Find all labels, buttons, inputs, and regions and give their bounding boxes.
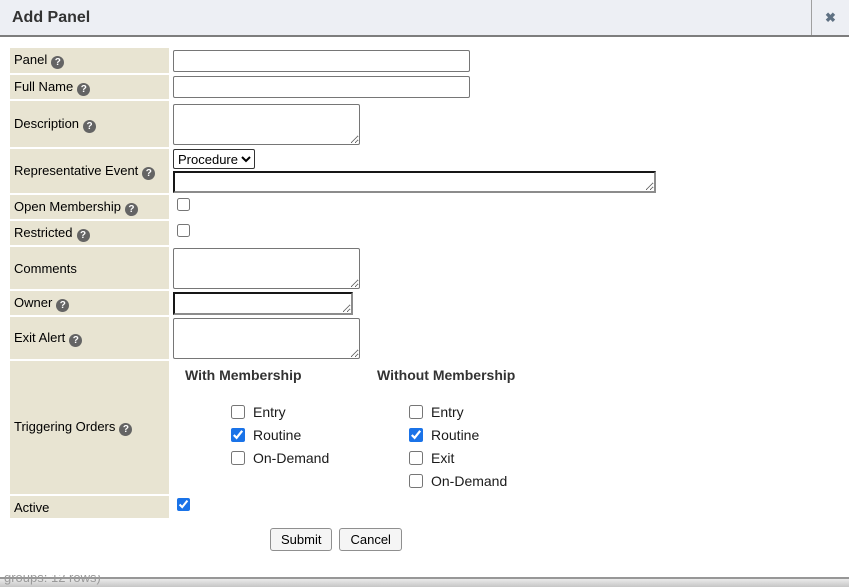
option-label: Routine (253, 427, 301, 443)
full-name-label-cell: Full Name? (10, 75, 169, 99)
with-membership-entry-option[interactable]: Entry (231, 400, 365, 423)
without-membership-entry-option[interactable]: Entry (409, 400, 577, 423)
representative-event-label: Representative Event (14, 163, 138, 178)
representative-event-input[interactable] (173, 171, 656, 193)
background-page-bar (0, 577, 849, 587)
row-open-membership: Open Membership? (10, 195, 656, 219)
with-membership-routine-checkbox[interactable] (231, 428, 245, 442)
panel-input[interactable] (173, 50, 470, 72)
help-icon[interactable]: ? (77, 83, 90, 96)
row-exit-alert: Exit Alert? (10, 317, 656, 359)
option-label: Entry (253, 404, 286, 420)
help-icon[interactable]: ? (51, 56, 64, 69)
triggering-orders-label-cell: Triggering Orders? (10, 361, 169, 494)
option-label: Entry (431, 404, 464, 420)
without-membership-routine-option[interactable]: Routine (409, 423, 577, 446)
active-label-cell: Active (10, 496, 169, 518)
cancel-button[interactable]: Cancel (339, 528, 401, 551)
row-comments: Comments (10, 247, 656, 289)
comments-label-cell: Comments (10, 247, 169, 289)
with-membership-column: With Membership Entry Routine (185, 367, 365, 492)
help-icon[interactable]: ? (125, 203, 138, 216)
open-membership-label: Open Membership (14, 199, 121, 214)
without-membership-exit-checkbox[interactable] (409, 451, 423, 465)
owner-label: Owner (14, 295, 52, 310)
row-representative-event: Representative Event? Procedure (10, 149, 656, 193)
active-checkbox[interactable] (177, 498, 190, 511)
exit-alert-label-cell: Exit Alert? (10, 317, 169, 359)
comments-label: Comments (14, 261, 77, 276)
without-membership-entry-checkbox[interactable] (409, 405, 423, 419)
add-panel-form: Panel? Full Name? Description? (10, 46, 656, 520)
dialog-body: Panel? Full Name? Description? (0, 37, 849, 551)
restricted-label: Restricted (14, 225, 73, 240)
row-active: Active (10, 496, 656, 518)
description-label-cell: Description? (10, 101, 169, 147)
option-label: Exit (431, 450, 454, 466)
owner-label-cell: Owner? (10, 291, 169, 315)
dialog-title: Add Panel (0, 0, 811, 35)
exit-alert-textarea[interactable] (173, 318, 360, 359)
description-label: Description (14, 116, 79, 131)
restricted-label-cell: Restricted? (10, 221, 169, 245)
without-membership-on-demand-checkbox[interactable] (409, 474, 423, 488)
option-label: On-Demand (253, 450, 329, 466)
with-membership-on-demand-option[interactable]: On-Demand (231, 446, 365, 469)
row-restricted: Restricted? (10, 221, 656, 245)
help-icon[interactable]: ? (69, 334, 82, 347)
with-membership-header: With Membership (185, 367, 365, 383)
without-membership-routine-checkbox[interactable] (409, 428, 423, 442)
close-icon: ✖ (825, 10, 836, 26)
row-panel: Panel? (10, 48, 656, 73)
full-name-label: Full Name (14, 79, 73, 94)
help-icon[interactable]: ? (77, 229, 90, 242)
exit-alert-label: Exit Alert (14, 330, 65, 345)
help-icon[interactable]: ? (142, 167, 155, 180)
row-owner: Owner? (10, 291, 656, 315)
full-name-input[interactable] (173, 76, 470, 98)
submit-button[interactable]: Submit (270, 528, 332, 551)
close-button[interactable]: ✖ (811, 0, 849, 35)
row-triggering-orders: Triggering Orders? With Membership Entry (10, 361, 656, 494)
help-icon[interactable]: ? (56, 299, 69, 312)
with-membership-routine-option[interactable]: Routine (231, 423, 365, 446)
row-full-name: Full Name? (10, 75, 656, 99)
representative-event-type-select[interactable]: Procedure (173, 149, 255, 169)
with-membership-entry-checkbox[interactable] (231, 405, 245, 419)
panel-label: Panel (14, 52, 47, 67)
active-label: Active (14, 500, 49, 515)
dialog-header: Add Panel ✖ (0, 0, 849, 37)
without-membership-exit-option[interactable]: Exit (409, 446, 577, 469)
without-membership-on-demand-option[interactable]: On-Demand (409, 469, 577, 492)
help-icon[interactable]: ? (119, 423, 132, 436)
with-membership-on-demand-checkbox[interactable] (231, 451, 245, 465)
panel-label-cell: Panel? (10, 48, 169, 73)
description-textarea[interactable] (173, 104, 360, 145)
owner-input[interactable] (173, 292, 353, 315)
row-description: Description? (10, 101, 656, 147)
comments-textarea[interactable] (173, 248, 360, 289)
triggering-orders-label: Triggering Orders (14, 419, 115, 434)
without-membership-column: Without Membership Entry Routine (377, 367, 577, 492)
option-label: Routine (431, 427, 479, 443)
option-label: On-Demand (431, 473, 507, 489)
open-membership-label-cell: Open Membership? (10, 195, 169, 219)
add-panel-dialog: Add Panel ✖ Panel? Full Name? (0, 0, 849, 575)
without-membership-header: Without Membership (377, 367, 577, 383)
triggering-orders-group: With Membership Entry Routine (173, 363, 656, 492)
button-row: Submit Cancel (270, 528, 849, 551)
help-icon[interactable]: ? (83, 120, 96, 133)
open-membership-checkbox[interactable] (177, 198, 190, 211)
representative-event-label-cell: Representative Event? (10, 149, 169, 193)
restricted-checkbox[interactable] (177, 224, 190, 237)
